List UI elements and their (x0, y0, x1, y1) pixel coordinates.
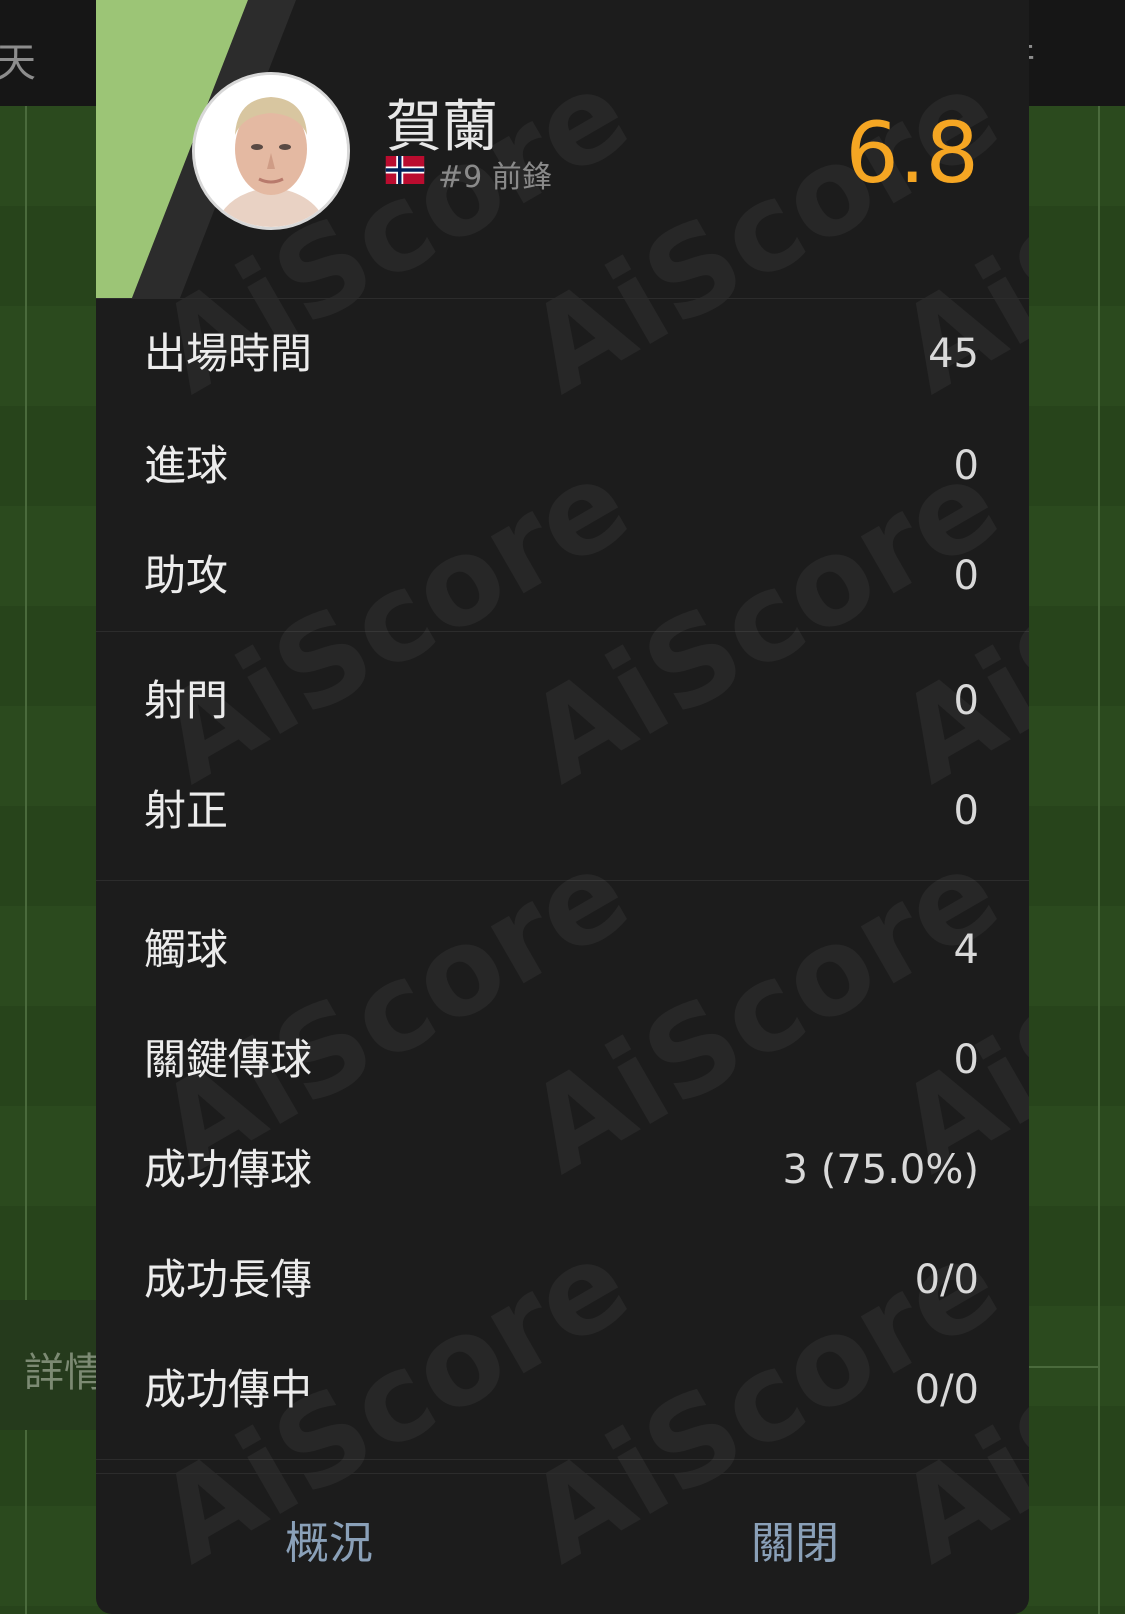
stat-value: 0 (953, 678, 979, 724)
stat-row: 觸球 4 (96, 895, 1029, 1005)
stat-label: 觸球 (144, 925, 229, 974)
stats-section-shooting: 射門 0 射正 0 (96, 632, 1029, 881)
stat-value: 0 (953, 1037, 979, 1083)
stat-label: 關鍵傳球 (144, 1035, 313, 1084)
stat-value: 0/0 (914, 1257, 979, 1303)
stat-label: 射門 (144, 676, 229, 725)
stat-row: 成功長傳 0/0 (96, 1225, 1029, 1335)
background-tab-label: 天 (0, 40, 36, 86)
player-stats-modal: AiScore AiScore AiScore AiScore AiScore … (96, 0, 1029, 1614)
stat-row: 射門 0 (96, 646, 1029, 756)
stat-row: 成功傳中 0/0 (96, 1335, 1029, 1445)
stat-value: 3 (75.0%) (782, 1147, 979, 1193)
stat-label: 出場時間 (144, 329, 313, 378)
stat-value: 0 (953, 788, 979, 834)
stat-row: 進球 0 (96, 411, 1029, 521)
stat-value: 45 (928, 331, 979, 377)
player-rating: 6.8 (845, 104, 979, 202)
stats-section-general: 出場時間 45 進球 0 助攻 0 (96, 299, 1029, 632)
stat-row: 成功傳球 3 (75.0%) (96, 1115, 1029, 1225)
details-tab-label: 詳情 (24, 1350, 104, 1396)
stat-row: 出場時間 45 (96, 299, 1029, 411)
pitch-line (1098, 106, 1100, 1614)
stats-section-passing: 觸球 4 關鍵傳球 0 成功傳球 3 (75.0%) 成功長傳 0/0 成功傳中… (96, 881, 1029, 1460)
stat-label: 成功傳球 (144, 1145, 313, 1194)
stat-label: 助攻 (144, 551, 229, 600)
player-number-position: #9 前鋒 (438, 160, 552, 195)
stat-row: 射正 0 (96, 756, 1029, 866)
stat-row: 助攻 0 (96, 521, 1029, 631)
stat-label: 進球 (144, 441, 229, 490)
stat-value: 0/0 (914, 1367, 979, 1413)
player-avatar (192, 72, 350, 230)
close-button[interactable]: 關閉 (562, 1474, 1028, 1614)
overview-button[interactable]: 概況 (96, 1474, 562, 1614)
stat-label: 射正 (144, 786, 229, 835)
stat-row: 關鍵傳球 0 (96, 1005, 1029, 1115)
norway-flag-icon (384, 156, 426, 184)
stat-value: 0 (953, 553, 979, 599)
player-header: 賀蘭 #9 前鋒 6.8 (96, 0, 1029, 299)
stat-label: 成功長傳 (144, 1255, 313, 1304)
stat-label: 成功傳中 (144, 1365, 313, 1414)
stat-value: 4 (953, 927, 979, 973)
stat-value: 0 (953, 443, 979, 489)
player-photo-icon (195, 75, 347, 227)
modal-footer: 概況 關閉 (96, 1473, 1029, 1614)
player-name: 賀蘭 (386, 95, 498, 160)
